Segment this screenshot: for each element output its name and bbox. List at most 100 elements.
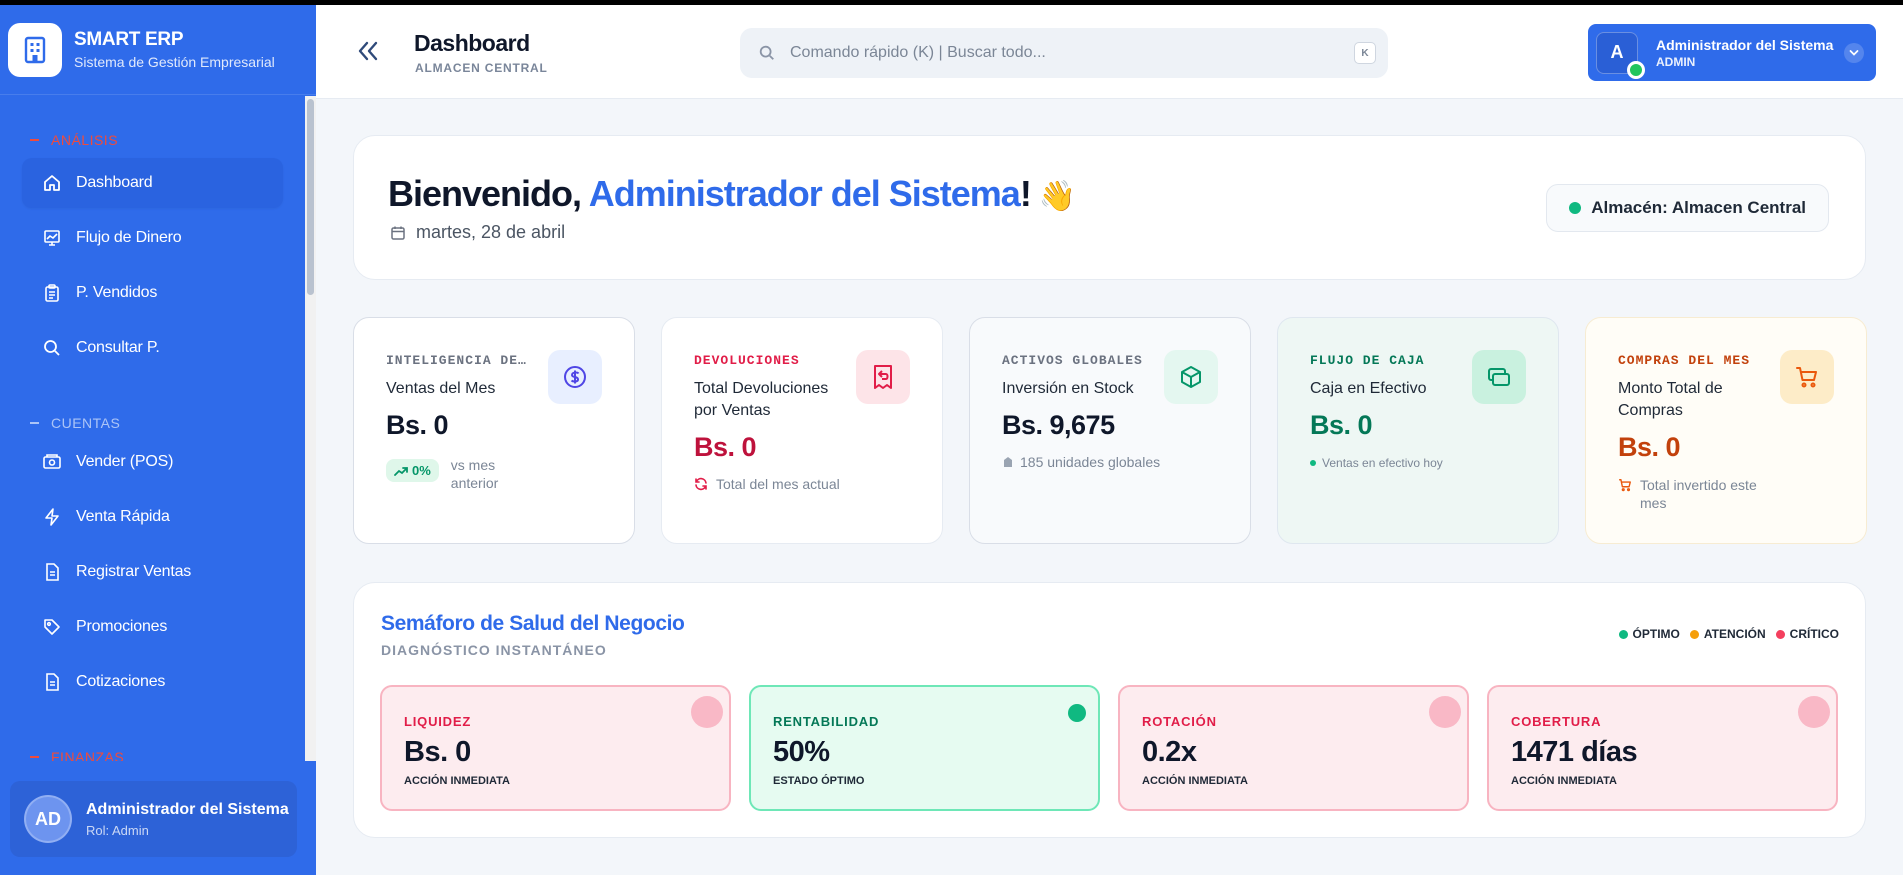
kpi-footer: Total del mes actual bbox=[694, 476, 840, 492]
lightning-icon bbox=[45, 508, 59, 526]
status-indicator bbox=[1429, 696, 1461, 728]
health-card-value: 50% bbox=[773, 736, 830, 768]
user-name: Administrador del Sistema bbox=[86, 800, 289, 818]
section-analisis: ANÁLISIS bbox=[0, 130, 305, 150]
kpi-footer: 185 unidades globales bbox=[1002, 454, 1160, 470]
sidebar-item-label: Registrar Ventas bbox=[76, 563, 192, 580]
search-icon bbox=[44, 340, 60, 356]
sidebar-item-dashboard[interactable]: Dashboard bbox=[22, 158, 283, 208]
health-card-status: ACCIÓN INMEDIATA bbox=[1511, 775, 1617, 787]
health-card-label: RENTABILIDAD bbox=[773, 714, 880, 729]
calendar-icon bbox=[391, 226, 405, 240]
home-icon bbox=[44, 175, 60, 191]
kpi-footer: Ventas en efectivo hoy bbox=[1310, 456, 1443, 470]
kpi-value: Bs. 0 bbox=[1618, 432, 1681, 462]
page-subtitle: ALMACEN CENTRAL bbox=[415, 61, 548, 75]
health-card-status: ESTADO ÓPTIMO bbox=[773, 775, 865, 787]
user-role: Rol: Admin bbox=[86, 822, 149, 838]
legend-item-optimo: ÓPTIMO bbox=[1618, 627, 1680, 641]
sidebar-scrollbar-thumb[interactable] bbox=[307, 99, 314, 295]
sidebar-item-label: Flujo de Dinero bbox=[76, 229, 182, 246]
kpi-title: Monto Total de Compras bbox=[1618, 380, 1723, 419]
health-subtitle: DIAGNÓSTICO INSTANTÁNEO bbox=[381, 642, 607, 658]
profile-name: Administrador del Sistema bbox=[1656, 36, 1834, 53]
health-legend: ÓPTIMO ATENCIÓN CRÍTICO bbox=[1609, 627, 1839, 641]
health-card-rotacion[interactable]: ROTACIÓN 0.2x ACCIÓN INMEDIATA bbox=[1118, 685, 1469, 811]
kpi-title: Caja en Efectivo bbox=[1310, 380, 1427, 397]
sidebar-user-card[interactable]: AD Administrador del Sistema Rol: Admin bbox=[10, 781, 297, 857]
sidebar-item-label: Cotizaciones bbox=[76, 673, 166, 690]
sidebar-nav: ANÁLISIS Dashboard Flujo de Dinero P. Ve… bbox=[0, 96, 305, 761]
legend-label: ÓPTIMO bbox=[1632, 627, 1680, 641]
health-card-liquidez[interactable]: LIQUIDEZ Bs. 0 ACCIÓN INMEDIATA bbox=[380, 685, 731, 811]
cash-icon bbox=[1472, 350, 1526, 404]
sidebar-item-promociones[interactable]: Promociones bbox=[22, 602, 283, 652]
kpi-value: Bs. 0 bbox=[386, 410, 449, 440]
welcome-banner: Bienvenido, Administrador del Sistema! 👋 … bbox=[353, 135, 1866, 280]
kpi-value: Bs. 9,675 bbox=[1002, 410, 1115, 440]
sidebar-item-label: Vender (POS) bbox=[76, 453, 174, 470]
sidebar-item-registrar-ventas[interactable]: Registrar Ventas bbox=[22, 547, 283, 597]
kpi-label: DEVOLUCIONES bbox=[694, 353, 800, 368]
kpi-card-activos[interactable]: ACTIVOS GLOBALES Inversión en Stock Bs. … bbox=[969, 317, 1251, 544]
section-finanzas: FINANZAS bbox=[0, 747, 305, 761]
kpi-card-devoluciones[interactable]: DEVOLUCIONES Total Devoluciones por Vent… bbox=[661, 317, 943, 544]
kpi-title: Ventas del Mes bbox=[386, 380, 496, 397]
tag-icon bbox=[44, 619, 60, 635]
clipboard-icon bbox=[45, 284, 59, 302]
kpi-card-compras[interactable]: COMPRAS DEL MES Monto Total de Compras B… bbox=[1585, 317, 1867, 544]
document-icon bbox=[46, 673, 59, 691]
health-card-status: ACCIÓN INMEDIATA bbox=[1142, 775, 1248, 787]
sidebar-item-p-vendidos[interactable]: P. Vendidos bbox=[22, 268, 283, 318]
status-indicator bbox=[691, 696, 723, 728]
kpi-card-ventas[interactable]: INTELIGENCIA DE… Ventas del Mes Bs. 0 0%… bbox=[353, 317, 635, 544]
welcome-user-name: Administrador del Sistema bbox=[588, 173, 1021, 214]
sidebar-item-flujo-de-dinero[interactable]: Flujo de Dinero bbox=[22, 213, 283, 263]
health-card-rentabilidad[interactable]: RENTABILIDAD 50% ESTADO ÓPTIMO bbox=[749, 685, 1100, 811]
section-cuentas: CUENTAS bbox=[0, 413, 305, 433]
health-card-status: ACCIÓN INMEDIATA bbox=[404, 775, 510, 787]
legend-label: CRÍTICO bbox=[1789, 627, 1839, 641]
almacen-badge[interactable]: Almacén: Almacen Central bbox=[1546, 184, 1829, 232]
health-card-value: 0.2x bbox=[1142, 736, 1197, 768]
health-title: Semáforo de Salud del Negocio bbox=[381, 612, 685, 635]
welcome-greeting: Bienvenido, bbox=[388, 173, 589, 214]
sidebar-item-venta-rapida[interactable]: Venta Rápida bbox=[22, 492, 283, 542]
document-icon bbox=[46, 563, 59, 581]
health-card-value: Bs. 0 bbox=[404, 736, 471, 768]
kpi-title: Inversión en Stock bbox=[1002, 380, 1134, 397]
legend-item-atencion: ATENCIÓN bbox=[1689, 627, 1766, 641]
shortcut-key-badge: K bbox=[1354, 42, 1376, 64]
search-input[interactable] bbox=[790, 44, 1330, 62]
kpi-foot-text: Total invertido este mes bbox=[1640, 477, 1757, 511]
section-label: FINANZAS bbox=[51, 749, 125, 761]
brand[interactable]: SMART ERP Sistema de Gestión Empresarial bbox=[0, 5, 316, 95]
trend-up-icon bbox=[394, 466, 408, 476]
sidebar-item-cotizaciones[interactable]: Cotizaciones bbox=[22, 657, 283, 707]
sidebar-item-consultar-p[interactable]: Consultar P. bbox=[22, 323, 283, 373]
status-indicator bbox=[1798, 696, 1830, 728]
health-card-cobertura[interactable]: COBERTURA 1471 días ACCIÓN INMEDIATA bbox=[1487, 685, 1838, 811]
brand-subtitle: Sistema de Gestión Empresarial bbox=[74, 54, 275, 70]
kpi-card-flujo-caja[interactable]: FLUJO DE CAJA Caja en Efectivo Bs. 0 Ven… bbox=[1277, 317, 1559, 544]
kpi-footer: Total invertido este mes bbox=[1618, 476, 1770, 512]
chevron-down-icon[interactable] bbox=[1844, 43, 1864, 63]
kpi-footer: 0% vs mes anterior bbox=[386, 457, 511, 492]
profile-role: ADMIN bbox=[1656, 54, 1696, 69]
sidebar-item-vender-pos[interactable]: Vender (POS) bbox=[22, 437, 283, 487]
search-bar[interactable]: K bbox=[740, 28, 1388, 78]
welcome-title: Bienvenido, Administrador del Sistema! 👋 bbox=[388, 173, 1076, 215]
sidebar-item-label: Dashboard bbox=[76, 174, 153, 191]
cart-icon bbox=[1619, 479, 1631, 492]
health-card-label: ROTACIÓN bbox=[1142, 714, 1217, 729]
sidebar-item-label: Venta Rápida bbox=[76, 508, 170, 525]
profile-menu[interactable]: A Administrador del Sistema ADMIN bbox=[1588, 24, 1876, 81]
cash-register-icon bbox=[43, 454, 61, 469]
welcome-exclaim: ! bbox=[1019, 173, 1032, 214]
kpi-foot-text: vs mes anterior bbox=[450, 457, 499, 491]
health-card-value: 1471 días bbox=[1511, 736, 1638, 768]
avatar: AD bbox=[24, 795, 72, 843]
waving-hand-icon: 👋 bbox=[1038, 180, 1076, 213]
collapse-sidebar-icon[interactable] bbox=[356, 40, 380, 67]
sidebar: SMART ERP Sistema de Gestión Empresarial… bbox=[0, 5, 316, 875]
